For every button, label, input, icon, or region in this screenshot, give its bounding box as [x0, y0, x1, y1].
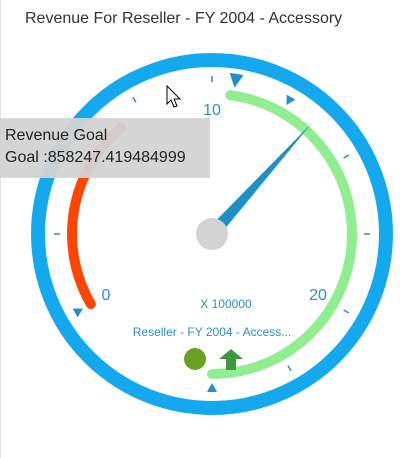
needle-hub — [196, 218, 228, 250]
minor-tick — [343, 309, 350, 314]
mouse-cursor-icon — [166, 84, 182, 108]
major-tick — [286, 94, 296, 105]
gauge-caption: Reseller - FY 2004 - Access... — [133, 325, 292, 339]
radial-gauge[interactable]: 0 10 20 X 100000 Reseller - FY 2004 - Ac… — [0, 0, 418, 458]
minor-tick — [287, 365, 292, 372]
tooltip-text: Goal :858247.419484999 — [5, 149, 186, 166]
goal-tooltip: Revenue Goal Goal :858247.419484999 — [0, 118, 210, 178]
minor-tick — [343, 154, 350, 159]
scale-multiplier-label: X 100000 — [200, 297, 252, 311]
major-tick — [72, 308, 83, 318]
major-tick — [207, 383, 217, 392]
scale-max-label: 20 — [309, 287, 327, 304]
scale-mid-label: 10 — [203, 102, 221, 119]
scale-min-label: 0 — [102, 287, 111, 304]
gauge-needle — [216, 122, 313, 228]
tooltip-title: Revenue Goal — [5, 127, 108, 144]
goal-marker[interactable] — [229, 72, 244, 88]
minor-tick — [132, 96, 137, 103]
status-circle-icon — [184, 348, 206, 370]
